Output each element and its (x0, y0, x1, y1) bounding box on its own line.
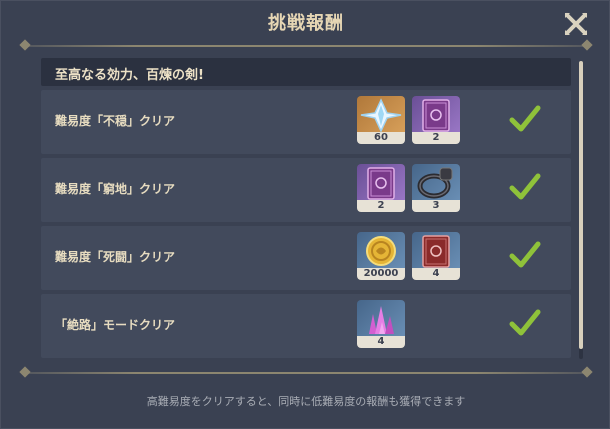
top-divider (23, 45, 589, 47)
mora-coin-icon (357, 232, 405, 270)
crystal-icon (357, 300, 405, 338)
close-icon[interactable] (563, 11, 589, 37)
challenge-header: 至高なる効力、百煉の剣! (41, 58, 571, 86)
book-reward[interactable]: 2 (412, 96, 460, 144)
reward-row: 難易度「不穏」クリア 60 2 (41, 90, 571, 154)
dialog-title: 挑戦報酬 (268, 13, 344, 34)
reward-row: 難易度「死闘」クリア 20000 4 (41, 226, 571, 290)
book-reward[interactable]: 4 (412, 232, 460, 280)
challenge-rewards-dialog: 挑戦報酬 至高なる効力、百煉の剣! 難易度「不穏」クリア 60 2 難易度「窮地… (0, 0, 610, 429)
divider-ornament (581, 366, 593, 378)
divider-ornament (19, 39, 31, 51)
completed-check-icon (509, 104, 541, 134)
reward-row: 「絶路」モードクリア 4 (41, 294, 571, 358)
scrollbar-thumb[interactable] (579, 61, 583, 349)
row-label: 「絶路」モードクリア (55, 318, 176, 332)
book-reward[interactable]: 2 (357, 164, 405, 212)
primogem-icon (357, 96, 405, 134)
divider-ornament (19, 366, 31, 378)
completed-check-icon (509, 308, 541, 338)
reward-row: 難易度「窮地」クリア 2 3 (41, 158, 571, 222)
book-icon (412, 96, 460, 134)
ring-icon (412, 164, 460, 202)
completed-check-icon (509, 172, 541, 202)
row-label: 難易度「不穏」クリア (55, 114, 176, 128)
row-label: 難易度「死闘」クリア (55, 250, 176, 264)
footer-note: 高難易度をクリアすると、同時に低難易度の報酬も獲得できます (146, 395, 466, 408)
divider-ornament (581, 39, 593, 51)
book-icon (412, 232, 460, 270)
reward-list: 至高なる効力、百煉の剣! 難易度「不穏」クリア 60 2 難易度「窮地」クリア … (41, 58, 571, 360)
crystal-reward[interactable]: 4 (357, 300, 405, 348)
mora-reward[interactable]: 20000 (357, 232, 405, 280)
bottom-divider (23, 372, 589, 374)
book-icon (357, 164, 405, 202)
row-label: 難易度「窮地」クリア (55, 182, 176, 196)
scrollbar[interactable] (579, 61, 583, 359)
completed-check-icon (509, 240, 541, 270)
primogem-reward[interactable]: 60 (357, 96, 405, 144)
ring-reward[interactable]: 3 (412, 164, 460, 212)
